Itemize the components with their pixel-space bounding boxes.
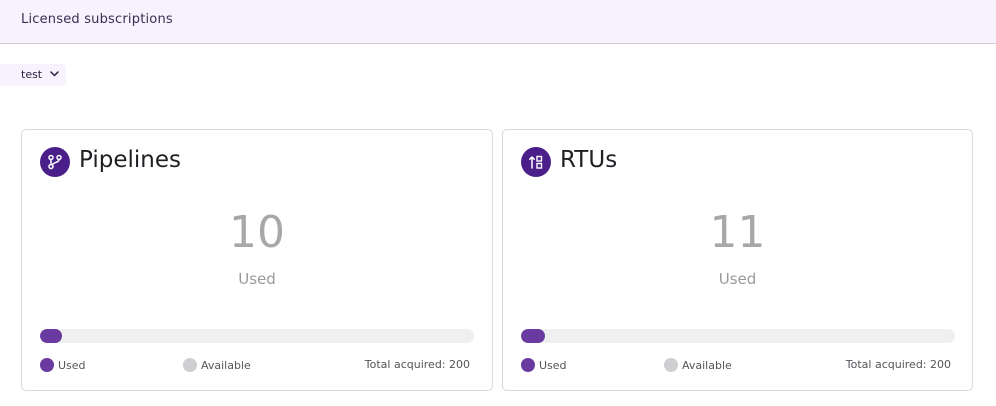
available-dot-icon bbox=[664, 358, 678, 372]
legend-available: Available bbox=[183, 358, 251, 372]
rtus-card: RTUs 11 Used Used Available Total acquir… bbox=[502, 129, 973, 391]
used-dot-icon bbox=[521, 358, 535, 372]
page-header: Licensed subscriptions bbox=[0, 0, 996, 44]
environment-select-value: test bbox=[21, 68, 43, 81]
environment-select[interactable]: test bbox=[0, 64, 66, 86]
used-count-label: Used bbox=[238, 270, 276, 288]
rtu-icon bbox=[521, 147, 551, 177]
usage-legend: Used Available Total acquired: 200 bbox=[40, 358, 474, 374]
available-dot-icon bbox=[183, 358, 197, 372]
usage-progress-fill bbox=[521, 329, 545, 343]
usage-progress-fill bbox=[40, 329, 62, 343]
total-acquired: Total acquired: 200 bbox=[845, 358, 951, 371]
total-acquired: Total acquired: 200 bbox=[364, 358, 470, 371]
used-count: 10 bbox=[229, 207, 285, 258]
legend-used-label: Used bbox=[58, 358, 86, 372]
page-title: Licensed subscriptions bbox=[21, 12, 173, 27]
pipelines-card: Pipelines 10 Used Used Available Total a… bbox=[21, 129, 493, 391]
legend-used: Used bbox=[40, 358, 86, 372]
legend-available-label: Available bbox=[682, 358, 732, 372]
legend-available-label: Available bbox=[201, 358, 251, 372]
card-title: RTUs bbox=[560, 147, 618, 173]
chevron-down-icon bbox=[50, 71, 59, 77]
used-count: 11 bbox=[709, 207, 766, 258]
legend-available: Available bbox=[664, 358, 732, 372]
legend-used: Used bbox=[521, 358, 567, 372]
pipeline-icon bbox=[40, 147, 70, 177]
card-title: Pipelines bbox=[79, 147, 181, 173]
used-count-label: Used bbox=[718, 270, 757, 288]
usage-progress-bar bbox=[40, 329, 474, 343]
legend-used-label: Used bbox=[539, 358, 567, 372]
usage-legend: Used Available Total acquired: 200 bbox=[521, 358, 955, 374]
usage-progress-bar bbox=[521, 329, 955, 343]
used-dot-icon bbox=[40, 358, 54, 372]
